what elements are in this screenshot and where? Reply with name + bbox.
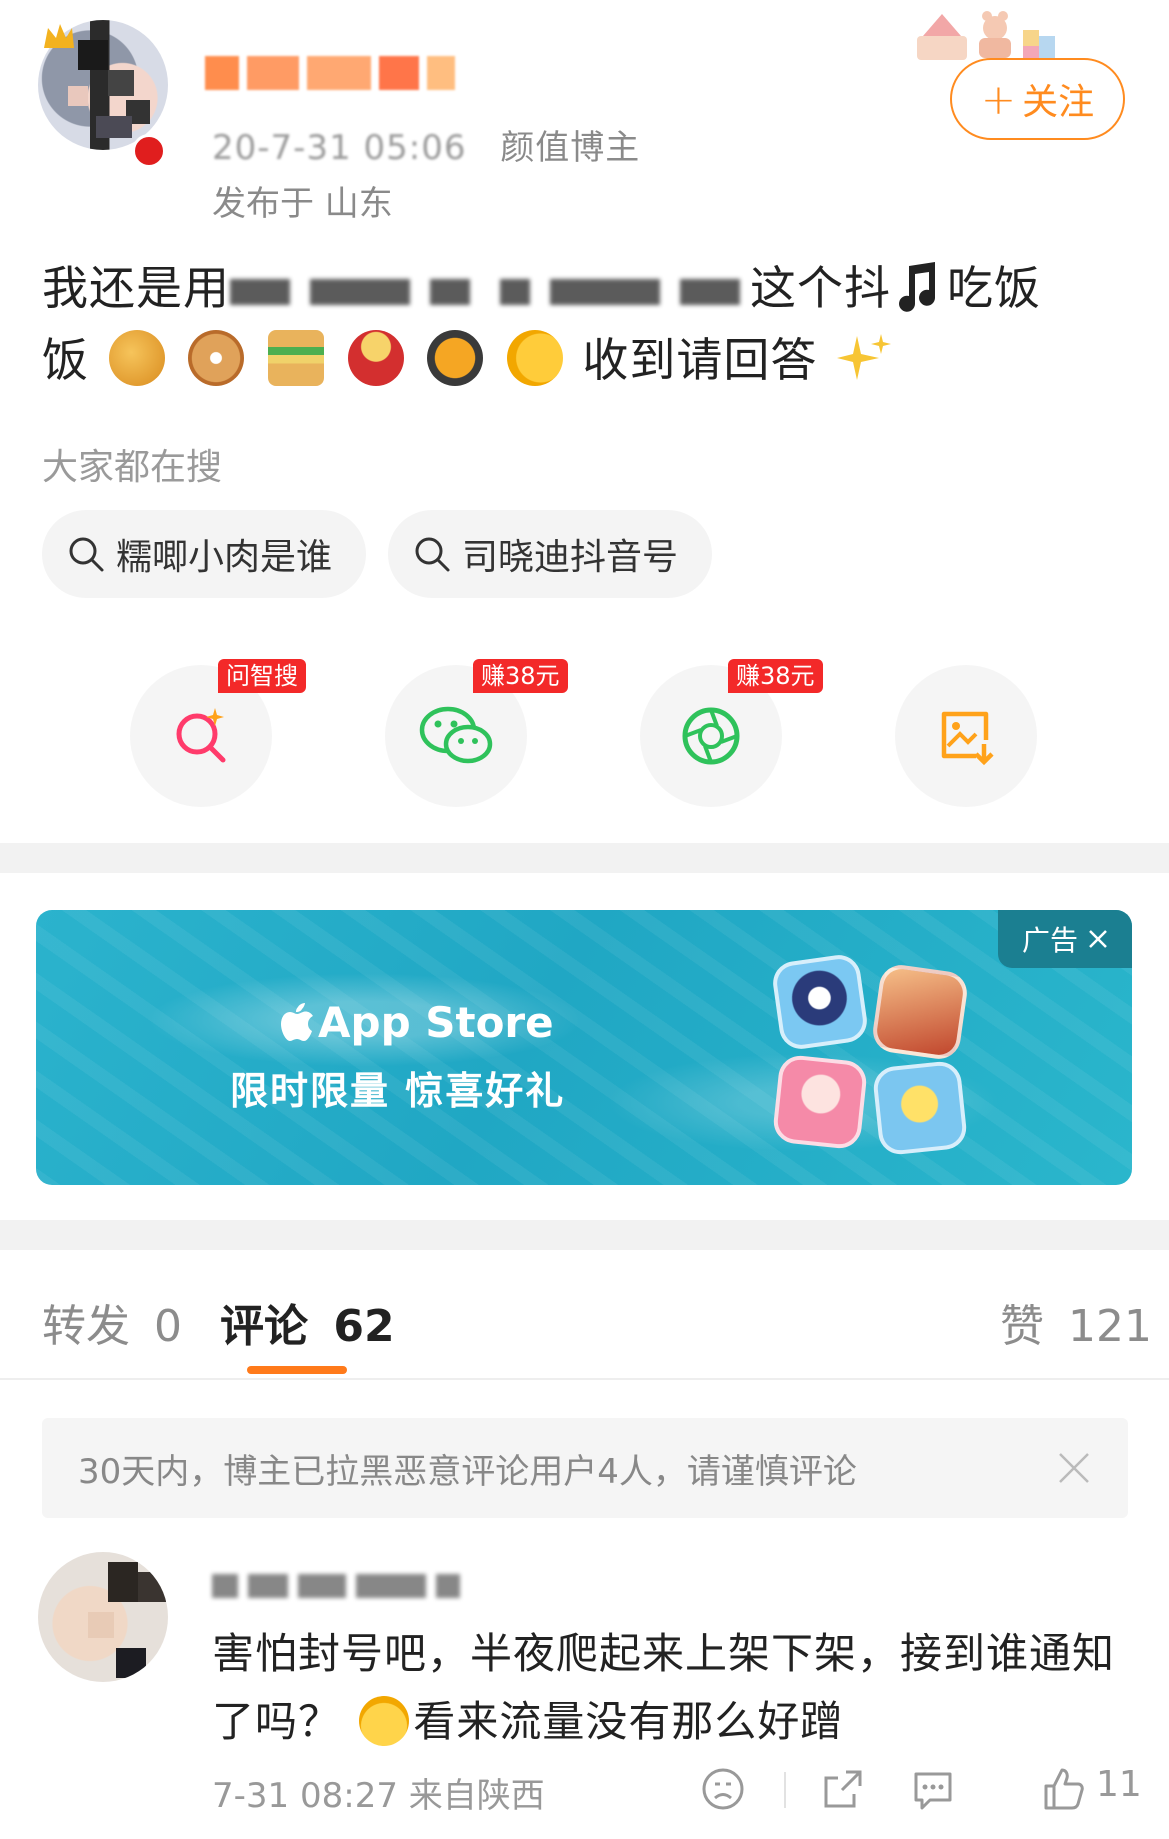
save-image-button[interactable] <box>895 665 1037 807</box>
post-text-start: 我还是用 <box>42 261 230 315</box>
search-chip-label: 司晓迪抖音号 <box>462 537 679 578</box>
comment-text-b: 看来流量没有那么好蹭 <box>413 1697 844 1746</box>
comment-count: 62 <box>333 1301 395 1352</box>
search-chip-label: 糯唧小肉是谁 <box>116 537 333 578</box>
comment-actions: 11 <box>700 1760 1142 1820</box>
ad-game-icons <box>770 952 976 1168</box>
section-divider <box>0 1220 1169 1250</box>
tab-comments[interactable]: 评论 62 <box>220 1290 395 1354</box>
princess-game-icon <box>771 1053 869 1151</box>
post-text-line2-a: 吃饭 <box>947 261 1041 315</box>
comment-icon[interactable] <box>910 1766 956 1812</box>
sandwich-emoji-icon <box>267 330 324 386</box>
search-chip-1[interactable]: 糯唧小肉是谁 <box>42 510 367 598</box>
close-icon[interactable] <box>1054 1448 1094 1488</box>
ad-tag-label: 广告 <box>1021 924 1078 957</box>
tab-likes[interactable]: 赞 121 <box>1000 1290 1152 1354</box>
post-content: 我还是用 这个抖 吃饭 饭 收到请回答 <box>42 252 1132 396</box>
paella-emoji-icon <box>427 330 484 386</box>
plus-icon: + <box>980 74 1017 124</box>
post-location: 发布于 山东 <box>212 184 393 224</box>
repost-count: 0 <box>154 1301 182 1352</box>
comment-notice: 30天内，博主已拉黑恶意评论用户4人，请谨慎评论 <box>42 1418 1128 1518</box>
post-text-middle: 这个抖 <box>750 261 891 315</box>
notice-text: 30天内，博主已拉黑恶意评论用户4人，请谨慎评论 <box>78 1451 857 1492</box>
redacted-mention[interactable] <box>230 267 750 317</box>
tab-repost[interactable]: 转发 0 <box>42 1290 182 1354</box>
author-name[interactable] <box>205 52 455 94</box>
carousel-deco-icon <box>917 11 1055 60</box>
music-note-icon <box>899 262 935 312</box>
action-divider <box>784 1772 786 1808</box>
cartoon-game-icon <box>871 1059 969 1157</box>
avatar-crown-icon <box>44 24 74 48</box>
post-text-end: 收到请回答 <box>582 333 818 387</box>
share-row: 问智搜 赚38元 赚38元 <box>130 659 1040 810</box>
ad-slogan: 限时限量 惊喜好礼 <box>230 1069 566 1113</box>
wechat-icon <box>419 706 493 764</box>
moments-reward-badge: 赚38元 <box>728 659 823 693</box>
commenter-avatar[interactable] <box>38 1552 168 1682</box>
croissant-emoji-icon <box>108 330 165 386</box>
verified-badge-icon <box>132 134 166 168</box>
post-text-line2-b: 饭 <box>42 333 89 387</box>
like-icon[interactable] <box>1040 1766 1086 1812</box>
comment-like-count: 11 <box>1096 1764 1142 1805</box>
search-chip-2[interactable]: 司晓迪抖音号 <box>388 510 713 598</box>
adventure-game-icon <box>870 962 970 1062</box>
ai-search-icon <box>176 708 226 763</box>
search-icon <box>415 537 450 572</box>
author-role: 颜值博主 <box>500 128 641 168</box>
comment-meta: 7-31 08:27 来自陕西 <box>212 1776 545 1816</box>
comment-label: 评论 <box>220 1301 308 1352</box>
hot-search-chips: 糯唧小肉是谁 司晓迪抖音号 <box>42 510 713 598</box>
ad-tag[interactable]: 广告 <box>998 910 1132 968</box>
apple-logo-icon <box>281 1002 313 1041</box>
close-icon[interactable] <box>1088 929 1108 949</box>
post-header: 20-7-31 05:06 颜值博主 发布于 山东 + 关注 <box>0 0 1169 230</box>
comment-text: 害怕封号吧，半夜爬起来上架下架，接到谁通知了吗？ 看来流量没有那么好蹭 <box>212 1620 1132 1756</box>
post-meta: 20-7-31 05:06 颜值博主 <box>212 120 640 169</box>
follow-label: 关注 <box>1022 82 1095 123</box>
sparkles-emoji-icon <box>837 334 891 380</box>
moments-icon <box>682 707 740 765</box>
ad-banner[interactable]: App Store 限时限量 惊喜好礼 广告 <box>36 910 1132 1185</box>
post-tabs: 转发 0 评论 62 赞 121 <box>0 1250 1169 1380</box>
section-divider <box>0 843 1169 873</box>
app-store-label: App Store <box>318 998 554 1047</box>
commenter-name[interactable] <box>212 1566 460 1606</box>
fondue-emoji-icon <box>347 330 404 386</box>
post-time: 20-7-31 05:06 <box>212 128 467 168</box>
like-label: 赞 <box>1000 1301 1044 1352</box>
active-tab-indicator <box>247 1366 347 1374</box>
like-count: 121 <box>1068 1301 1152 1352</box>
save-image-icon <box>941 711 994 766</box>
share-icon[interactable] <box>820 1766 866 1812</box>
laugh-cry-emoji-icon <box>359 1696 410 1746</box>
search-icon <box>69 537 104 572</box>
dislike-face-icon[interactable] <box>700 1766 746 1812</box>
hot-search-title: 大家都在搜 <box>42 447 223 488</box>
wechat-reward-badge: 赚38元 <box>473 659 568 693</box>
app-store-logo: App Store <box>280 998 554 1047</box>
follow-button[interactable]: + 关注 <box>950 58 1125 140</box>
ai-search-badge: 问智搜 <box>218 659 306 693</box>
penguin-game-icon <box>770 952 870 1052</box>
pointing-emoji-icon <box>506 330 563 386</box>
bagel-emoji-icon <box>188 330 245 386</box>
repost-label: 转发 <box>42 1301 130 1352</box>
